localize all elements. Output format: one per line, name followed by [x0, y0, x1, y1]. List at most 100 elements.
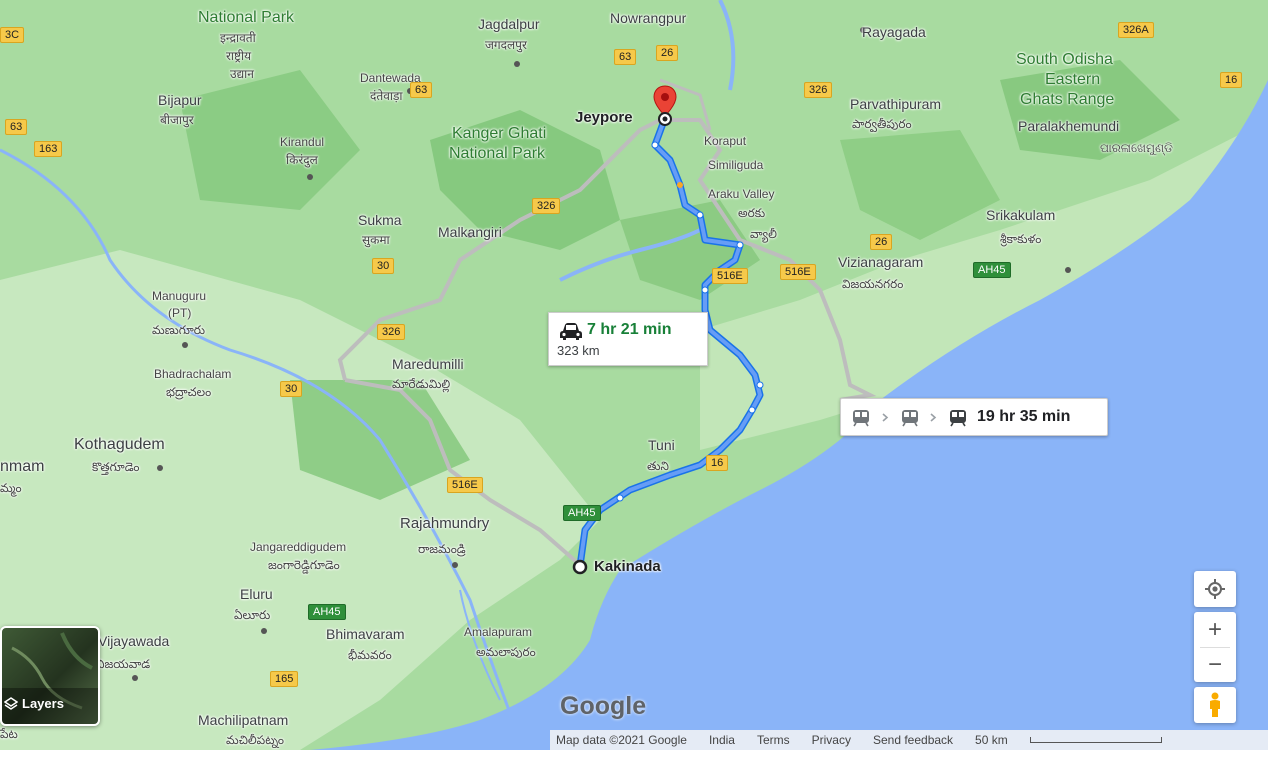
label-jagdalpur: Jagdalpur — [478, 16, 540, 32]
street-view-button[interactable] — [1194, 687, 1236, 723]
shield-30-b: 30 — [280, 381, 303, 397]
label-kothagudem-te: కొత్తగూడెం — [92, 460, 140, 474]
layers-button[interactable]: Layers — [0, 626, 100, 726]
shield-ah45-c: AH45 — [308, 604, 346, 620]
map-footer: Map data ©2021 Google India Terms Privac… — [550, 730, 1268, 750]
shield-ah45-b: AH45 — [563, 505, 601, 521]
origin-marker-icon[interactable] — [572, 559, 588, 575]
privacy-link[interactable]: Privacy — [812, 733, 851, 747]
map-data-attribution: Map data ©2021 Google — [556, 733, 687, 747]
label-paralakhemundi-or: ପାରଳାଖେମୁଣ୍ଡି — [1100, 141, 1173, 155]
label-sukma-hi: सुकमा — [362, 233, 390, 247]
label-eluru: Eluru — [240, 586, 273, 602]
label-jangareddigudem: Jangareddigudem — [250, 540, 347, 554]
shield-63-b: 63 — [410, 82, 433, 98]
label-vijayawada: Vijayawada — [98, 633, 170, 649]
shield-516e: 516E — [712, 268, 748, 284]
label-srikakulam-te: శ్రీకాకుళం — [1000, 232, 1042, 246]
label-bijapur: Bijapur — [158, 92, 202, 108]
label-amalapuram-te: అమలాపురం — [476, 645, 536, 659]
label-jeypore: Jeypore — [575, 109, 633, 126]
scale-label[interactable]: 50 km — [975, 733, 1008, 747]
label-nowrangpur: Nowrangpur — [610, 10, 687, 26]
transit-duration: 19 hr 35 min — [977, 408, 1071, 425]
label-south-odisha-1: South Odisha — [1016, 51, 1113, 68]
shield-16-b: 16 — [706, 455, 729, 471]
label-indravati: इन्द्रावती — [220, 31, 256, 45]
transit-route-card[interactable]: 19 hr 35 min — [840, 398, 1108, 436]
my-location-icon — [1205, 579, 1225, 599]
country-link[interactable]: India — [709, 733, 735, 747]
label-machilipatnam-te: మచిలీపట్నం — [226, 733, 285, 747]
label-udyan: उद्यान — [230, 67, 254, 81]
label-jangareddigudem-te: జంగారెడ్డిగూడెం — [268, 558, 340, 572]
shield-16: 16 — [1220, 72, 1243, 88]
zoom-control: + − — [1194, 612, 1236, 682]
label-maredumilli-te: మారేడుమిల్లి — [392, 377, 451, 391]
label-khammam-te: మ్మం — [0, 481, 22, 495]
shield-163: 163 — [34, 141, 63, 157]
label-bhimavaram: Bhimavaram — [326, 626, 405, 642]
drive-distance: 323 km — [557, 343, 600, 358]
label-eluru-te: ఏలూరు — [234, 608, 271, 622]
label-similiguda: Similiguda — [708, 158, 764, 172]
label-south-odisha-3: Ghats Range — [1020, 91, 1115, 108]
shield-326-b: 326 — [532, 198, 561, 214]
my-location-button[interactable] — [1194, 571, 1236, 607]
label-manuguru-2: (PT) — [168, 306, 192, 320]
shield-63-c: 63 — [5, 119, 28, 135]
label-araku-valley: Araku Valley — [708, 187, 775, 201]
label-paralakhemundi: Paralakhemundi — [1018, 118, 1120, 134]
label-rajahmundry: Rajahmundry — [400, 515, 490, 532]
shield-516e-b: 516E — [780, 264, 816, 280]
label-pata: పేట — [0, 727, 18, 741]
shield-ah45: AH45 — [973, 262, 1011, 278]
label-koraput: Koraput — [704, 134, 747, 148]
label-vizianagaram: Vizianagaram — [838, 254, 924, 270]
label-bhadrachalam-te: భద్రాచలం — [166, 385, 212, 399]
zoom-in-button[interactable]: + — [1194, 613, 1236, 647]
label-dantewada-hi: दंतेवाड़ा — [370, 89, 403, 103]
label-maredumilli: Maredumilli — [392, 356, 464, 372]
shield-3c: 3C — [0, 27, 25, 43]
google-logo: Google — [560, 692, 647, 720]
label-vijayawada-te: విజయవాడ — [96, 657, 151, 671]
label-srikakulam: Srikakulam — [986, 207, 1056, 223]
label-malkangiri: Malkangiri — [438, 224, 502, 240]
label-manuguru-1: Manuguru — [152, 289, 207, 303]
label-rayagada: Rayagada — [862, 24, 926, 40]
label-bhimavaram-te: భీమవరం — [348, 648, 392, 662]
label-kirandul: Kirandul — [280, 135, 325, 149]
zoom-out-button[interactable]: − — [1194, 648, 1236, 682]
label-south-odisha-2: Eastern — [1045, 71, 1101, 88]
car-icon — [560, 323, 582, 340]
shield-26-b: 26 — [870, 234, 893, 250]
layers-label: Layers — [22, 696, 64, 711]
map-canvas[interactable]: National Park इन्द्रावती राष्ट्रीय उद्या… — [0, 0, 1268, 750]
label-rashtriya: राष्ट्रीय — [226, 49, 252, 63]
terms-link[interactable]: Terms — [757, 733, 790, 747]
label-parvathipuram-te: పార్వతీపురం — [852, 117, 912, 131]
label-rajahmundry-te: రాజమండ్రి — [418, 542, 466, 556]
shield-26: 26 — [656, 45, 679, 61]
label-jagdalpur-hi: जगदलपुर — [485, 38, 527, 52]
shield-165: 165 — [270, 671, 299, 687]
label-kanger-1: Kanger Ghati — [452, 125, 547, 142]
layers-icon — [4, 697, 18, 710]
drive-route-card[interactable]: 7 hr 21 min 323 km — [548, 312, 708, 366]
drive-duration: 7 hr 21 min — [587, 321, 672, 338]
label-amalapuram: Amalapuram — [464, 625, 533, 639]
label-parvathipuram: Parvathipuram — [850, 96, 942, 112]
label-kakinada: Kakinada — [594, 558, 661, 575]
label-araku-te: అరకు — [738, 206, 766, 220]
shield-30: 30 — [372, 258, 395, 274]
label-kothagudem: Kothagudem — [74, 436, 165, 453]
label-national-park: National Park — [198, 9, 295, 26]
pegman-icon — [1210, 692, 1220, 717]
label-kanger-2: National Park — [449, 145, 546, 162]
label-sukma: Sukma — [358, 212, 402, 228]
destination-pin-icon[interactable] — [650, 84, 680, 126]
send-feedback-link[interactable]: Send feedback — [873, 733, 953, 747]
shield-63: 63 — [614, 49, 637, 65]
label-machilipatnam: Machilipatnam — [198, 712, 289, 728]
